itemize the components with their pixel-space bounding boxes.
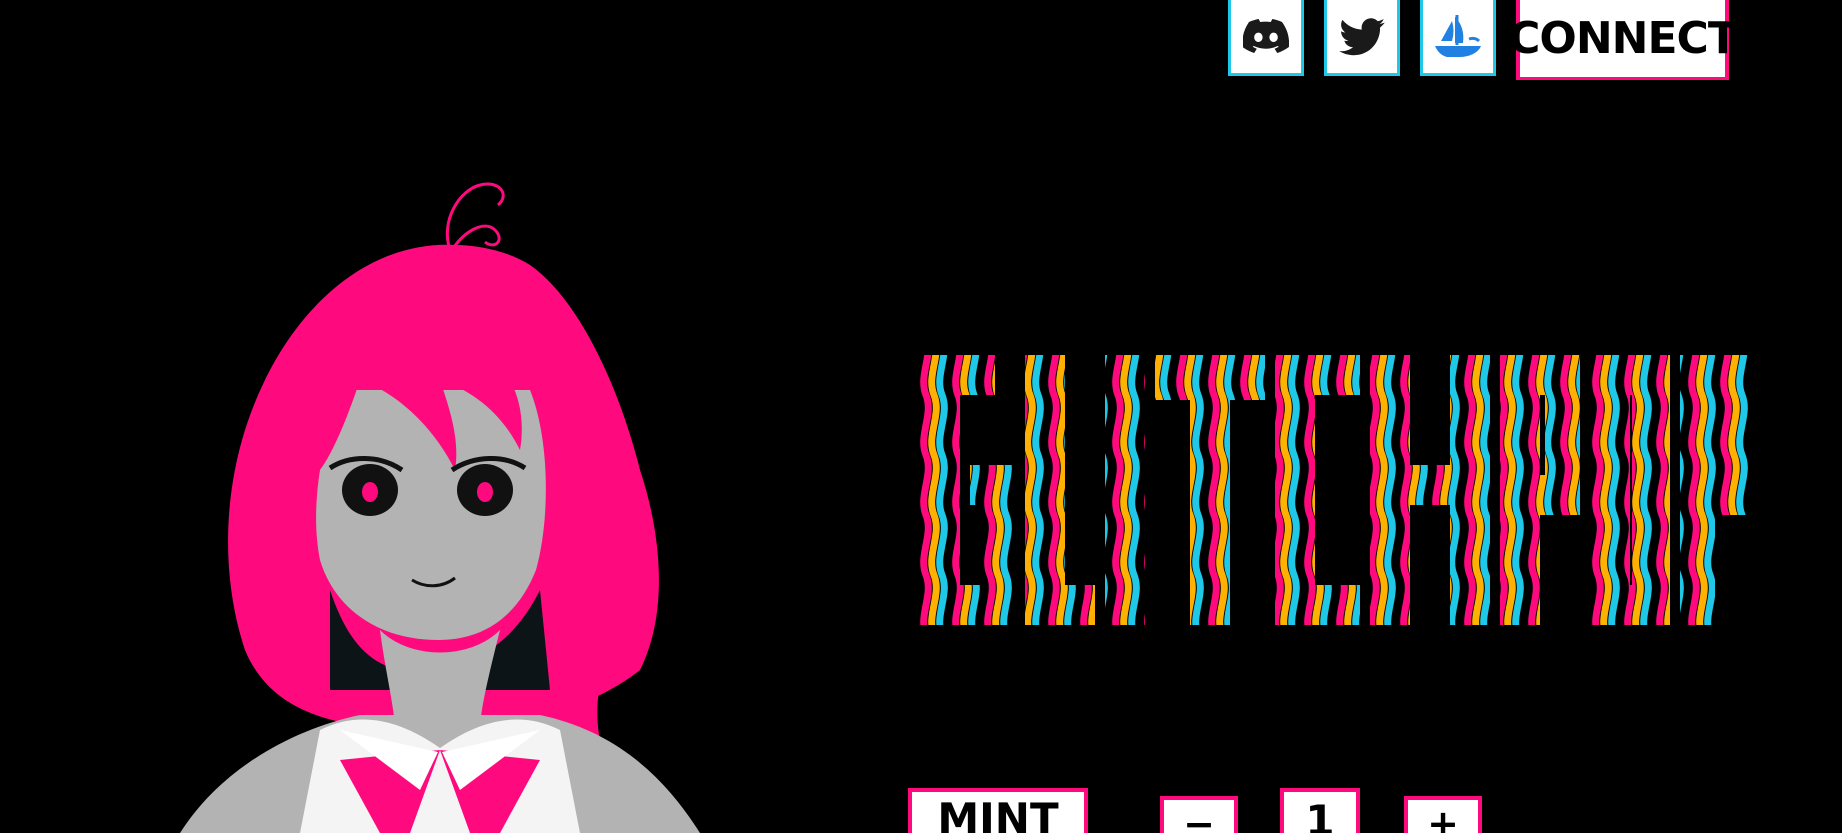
- twitter-button[interactable]: [1324, 0, 1400, 76]
- discord-icon: [1243, 18, 1289, 53]
- page: CONNECT MINT − 1 +: [0, 0, 1842, 833]
- opensea-icon: [1435, 14, 1481, 57]
- increment-button[interactable]: +: [1404, 796, 1482, 833]
- opensea-button[interactable]: [1420, 0, 1496, 76]
- quantity-value: 1: [1280, 788, 1360, 833]
- discord-button[interactable]: [1228, 0, 1304, 76]
- twitter-icon: [1339, 17, 1385, 55]
- top-nav: CONNECT: [1228, 0, 1738, 80]
- character-illustration: [180, 182, 700, 833]
- glitchpop-logo: [920, 355, 1750, 625]
- connect-button[interactable]: CONNECT: [1508, 0, 1738, 80]
- mint-button[interactable]: MINT: [908, 788, 1088, 833]
- decrement-button[interactable]: −: [1160, 796, 1238, 833]
